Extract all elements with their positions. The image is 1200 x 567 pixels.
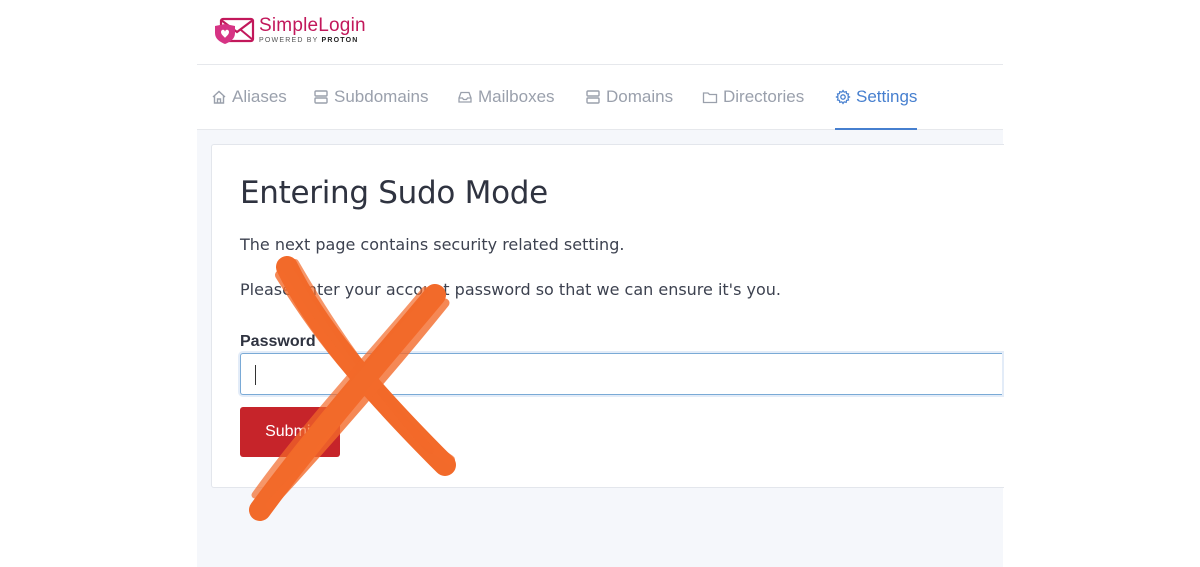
tab-label: Aliases (232, 87, 287, 106)
tab-mailboxes[interactable]: Mailboxes (457, 65, 555, 129)
tab-aliases[interactable]: Aliases (211, 65, 287, 129)
tab-settings[interactable]: Settings (835, 65, 918, 130)
text-cursor (255, 365, 256, 385)
inbox-icon (458, 91, 472, 103)
tab-label: Domains (606, 87, 674, 106)
submit-button[interactable]: Submit (240, 407, 340, 457)
tab-label: Mailboxes (478, 87, 555, 106)
brand-name: SimpleLogin (259, 15, 366, 36)
tab-label: Settings (856, 87, 918, 106)
page-title: Entering Sudo Mode (240, 175, 548, 211)
tab-domains[interactable]: Domains (585, 65, 673, 129)
sudo-card: Entering Sudo Mode The next page contain… (211, 144, 1004, 488)
server-icon (586, 90, 600, 104)
description-text: The next page contains security related … (240, 235, 625, 254)
password-input[interactable] (240, 353, 1002, 395)
envelope-shield-icon (215, 17, 255, 44)
top-header: SimpleLogin POWERED BY PROTON (197, 0, 1003, 65)
tab-label: Directories (723, 87, 805, 106)
folder-icon (702, 92, 718, 104)
instruction-text: Please enter your account password so th… (240, 280, 781, 299)
tab-directories[interactable]: Directories (702, 65, 804, 129)
gear-icon (835, 89, 851, 105)
password-label: Password (240, 333, 316, 350)
logo[interactable]: SimpleLogin POWERED BY PROTON (211, 14, 366, 46)
app-frame: SimpleLogin POWERED BY PROTON Aliases Su… (197, 0, 1004, 567)
brand-tagline: POWERED BY PROTON (259, 37, 359, 44)
home-icon (212, 90, 226, 104)
tab-subdomains[interactable]: Subdomains (313, 65, 429, 129)
main-nav: Aliases Subdomains Mailboxes Domains Dir… (197, 65, 1003, 130)
tab-label: Subdomains (334, 87, 429, 106)
server-icon (314, 90, 328, 104)
